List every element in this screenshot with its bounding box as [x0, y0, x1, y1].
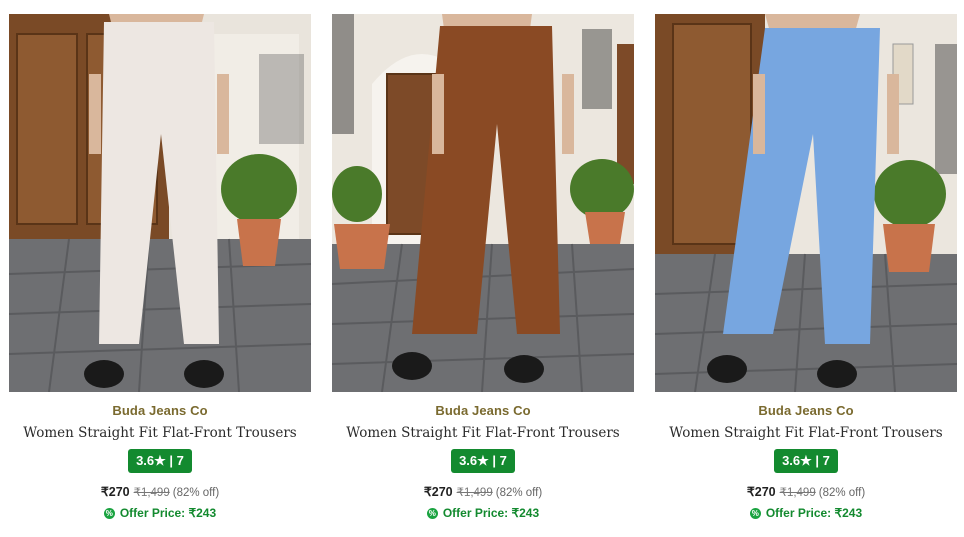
product-title[interactable]: Women Straight Fit Flat-Front Trousers: [9, 425, 311, 441]
product-title[interactable]: Women Straight Fit Flat-Front Trousers: [332, 425, 634, 441]
selling-price: ₹270: [423, 485, 453, 499]
trouser-photo-illustration: [9, 14, 311, 392]
product-grid: Buda Jeans Co Women Straight Fit Flat-Fr…: [0, 0, 964, 537]
rating-badge: 3.6★ | 7: [128, 449, 192, 473]
trouser-photo-illustration: [332, 14, 634, 392]
product-image[interactable]: [655, 14, 957, 392]
product-image[interactable]: [332, 14, 634, 392]
product-card[interactable]: Buda Jeans Co Women Straight Fit Flat-Fr…: [655, 14, 957, 529]
brand-name[interactable]: Buda Jeans Co: [9, 403, 311, 418]
offer-price: % Offer Price: ₹243: [655, 506, 957, 520]
offer-price: % Offer Price: ₹243: [332, 506, 634, 520]
price-row: ₹270 ₹1,499 (82% off): [9, 484, 311, 499]
trouser-photo-illustration: [655, 14, 957, 392]
offer-price-label: Offer Price: ₹243: [765, 506, 863, 520]
price-row: ₹270 ₹1,499 (82% off): [332, 484, 634, 499]
original-price: ₹1,499: [779, 487, 816, 499]
product-title[interactable]: Women Straight Fit Flat-Front Trousers: [655, 425, 957, 441]
product-card[interactable]: Buda Jeans Co Women Straight Fit Flat-Fr…: [332, 14, 634, 529]
discount-percent: (82% off): [818, 487, 866, 499]
product-card[interactable]: Buda Jeans Co Women Straight Fit Flat-Fr…: [9, 14, 311, 529]
offer-price: % Offer Price: ₹243: [9, 506, 311, 520]
original-price: ₹1,499: [133, 487, 170, 499]
discount-tag-icon: %: [426, 508, 438, 519]
offer-price-label: Offer Price: ₹243: [442, 506, 540, 520]
selling-price: ₹270: [746, 485, 776, 499]
rating-badge: 3.6★ | 7: [451, 449, 515, 473]
offer-price-label: Offer Price: ₹243: [119, 506, 217, 520]
selling-price: ₹270: [100, 485, 130, 499]
rating-badge: 3.6★ | 7: [774, 449, 838, 473]
brand-name[interactable]: Buda Jeans Co: [332, 403, 634, 418]
brand-name[interactable]: Buda Jeans Co: [655, 403, 957, 418]
discount-percent: (82% off): [495, 487, 543, 499]
product-image[interactable]: [9, 14, 311, 392]
discount-tag-icon: %: [103, 508, 115, 519]
discount-tag-icon: %: [749, 508, 761, 519]
discount-percent: (82% off): [172, 487, 220, 499]
price-row: ₹270 ₹1,499 (82% off): [655, 484, 957, 499]
original-price: ₹1,499: [456, 487, 493, 499]
